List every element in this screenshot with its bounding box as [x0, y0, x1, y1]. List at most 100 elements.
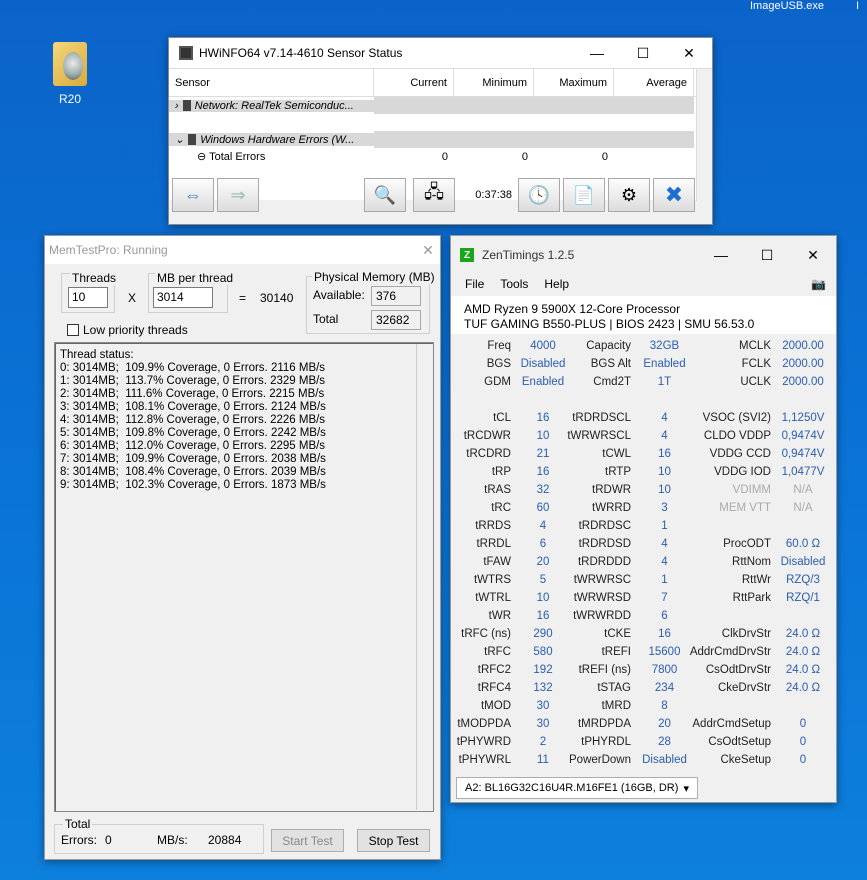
table-row[interactable]: ⊖ Total Errors 0 0 0: [169, 148, 712, 165]
row-maximum: 0: [601, 150, 608, 163]
timing-label: tRDRDDD: [577, 556, 631, 568]
maximize-button[interactable]: ☐: [744, 240, 790, 270]
timing-label: tRDRDSC: [578, 520, 631, 532]
timing-label: CsOdtDrvStr: [705, 664, 771, 676]
timing-value: N/A: [793, 502, 813, 514]
vertical-scrollbar[interactable]: [416, 344, 432, 810]
col-current[interactable]: Current: [374, 69, 454, 96]
table-row[interactable]: ⌄ Windows Hardware Errors (W...: [169, 131, 712, 148]
log-line: 0: 3014MB; 109.9% Coverage, 0 Errors. 21…: [60, 362, 326, 374]
gear-icon[interactable]: ⚙: [608, 178, 650, 212]
table-row[interactable]: › Network: RealTek Semiconduc...: [169, 97, 712, 114]
start-test-button[interactable]: Start Test: [271, 829, 344, 852]
elapsed-timer: 0:37:38: [475, 189, 512, 201]
hwinfo-titlebar[interactable]: HWiNFO64 v7.14-4610 Sensor Status — ☐ ✕: [169, 38, 712, 68]
memtest-title: MemTestPro: Running: [49, 243, 168, 257]
available-label: Available:: [313, 288, 365, 302]
close-sensors-icon[interactable]: ✖: [653, 178, 695, 212]
stop-test-button[interactable]: Stop Test: [357, 829, 430, 852]
menu-file[interactable]: File: [465, 277, 484, 291]
timing-label: tWRWRSC: [573, 574, 631, 586]
timing-value: 24.0 Ω: [785, 628, 821, 640]
total-mb-value: 30140: [260, 291, 294, 305]
expand-arrows-icon[interactable]: ⇔: [172, 178, 214, 212]
desktop-icon-r20[interactable]: R20: [46, 42, 94, 106]
timing-label: tRCDRD: [466, 448, 511, 460]
timing-value: [774, 610, 832, 628]
menu-help[interactable]: Help: [544, 277, 569, 291]
col-maximum[interactable]: Maximum: [534, 69, 614, 96]
clock-icon[interactable]: 🕓: [518, 178, 560, 212]
group-label: Network: RealTek Semiconduc...: [194, 99, 354, 112]
maximize-button[interactable]: ☐: [620, 38, 666, 68]
minimize-button[interactable]: —: [574, 38, 620, 68]
zentimings-window: Z ZenTimings 1.2.5 — ☐ ✕ File Tools Help…: [450, 235, 837, 803]
timing-label: CkeDrvStr: [717, 682, 771, 694]
timing-label: tRRDS: [475, 520, 511, 532]
network-icon[interactable]: 🖧: [413, 178, 455, 212]
timing-value: 0: [799, 754, 807, 766]
collapse-arrows-icon[interactable]: ⇒: [217, 178, 259, 212]
timing-label: Freq: [487, 340, 511, 352]
timing-label: tMOD: [480, 700, 511, 712]
timing-label: tSTAG: [597, 682, 631, 694]
timing-label: tMRD: [601, 700, 631, 712]
col-average[interactable]: Average: [614, 69, 694, 96]
close-button[interactable]: ✕: [790, 240, 836, 270]
timing-label: tRDRDSCL: [572, 412, 631, 424]
timing-label: VDDG IOD: [714, 466, 771, 478]
timing-label: tRCDWR: [463, 430, 511, 442]
timing-label: FCLK: [741, 358, 771, 370]
timing-value: 2000.00: [782, 340, 824, 352]
total-label: Total: [313, 312, 339, 326]
chevron-down-icon[interactable]: ⌄: [175, 133, 184, 146]
errors-label: Errors:: [61, 833, 97, 847]
log-line: 2: 3014MB; 111.6% Coverage, 0 Errors. 22…: [60, 388, 325, 400]
timing-value: 24.0 Ω: [785, 664, 821, 676]
timing-label: PowerDown: [569, 754, 631, 766]
timing-label: tRP: [491, 466, 511, 478]
timing-value: [774, 700, 832, 718]
menu-tools[interactable]: Tools: [500, 277, 528, 291]
col-sensor[interactable]: Sensor: [169, 69, 374, 96]
zentimings-titlebar[interactable]: Z ZenTimings 1.2.5 — ☐ ✕: [451, 236, 836, 274]
menu-bar: File Tools Help 📷: [451, 274, 836, 294]
threads-input[interactable]: 10: [68, 287, 108, 308]
close-button[interactable]: ✕: [666, 38, 712, 68]
close-button[interactable]: ✕: [416, 235, 440, 265]
log-line: 9: 3014MB; 102.3% Coverage, 0 Errors. 18…: [60, 479, 326, 491]
timing-label: VDDG CCD: [709, 448, 771, 460]
timing-label: tRRDL: [476, 538, 511, 550]
timing-value: 0: [799, 736, 807, 748]
col-minimum[interactable]: Minimum: [454, 69, 534, 96]
dimm-select[interactable]: A2: BL16G32C16U4R.M16FE1 (16GB, DR) ▾: [456, 777, 698, 799]
chevron-down-icon: ▾: [683, 783, 689, 795]
add-log-icon[interactable]: 📄: [563, 178, 605, 212]
available-value: 376: [371, 286, 421, 306]
thread-status-log[interactable]: Thread status: 0: 3014MB; 109.9% Coverage…: [54, 342, 434, 812]
timing-label: RttNom: [732, 556, 771, 568]
folder-icon: [53, 42, 87, 86]
memtest-titlebar[interactable]: MemTestPro: Running ✕: [45, 236, 440, 264]
timing-label: tFAW: [483, 556, 511, 568]
minimize-button[interactable]: —: [698, 240, 744, 270]
sensor-report-icon[interactable]: 🔍: [364, 178, 406, 212]
timing-label: ClkDrvStr: [721, 628, 771, 640]
timing-label: tRFC (ns): [461, 628, 511, 640]
low-priority-checkbox[interactable]: Low priority threads: [67, 323, 188, 337]
mbs-value: 20884: [208, 833, 242, 847]
checkbox-box[interactable]: [67, 324, 79, 336]
timing-label: tREFI: [601, 646, 631, 658]
row-label: ⊖ Total Errors: [197, 151, 266, 163]
chevron-right-icon[interactable]: ›: [175, 100, 179, 112]
group-label: Windows Hardware Errors (W...: [200, 133, 355, 146]
timing-label: VSOC (SVI2): [702, 412, 771, 424]
mb-input[interactable]: 3014: [153, 287, 213, 308]
timing-label: tRFC: [484, 646, 511, 658]
chip-icon: [182, 100, 191, 111]
camera-icon[interactable]: 📷: [811, 277, 826, 291]
timing-label: tPHYWRL: [458, 754, 511, 766]
timing-label: tCKE: [604, 628, 631, 640]
timing-label: tRFC2: [477, 664, 511, 676]
timing-label: tMRDPDA: [577, 718, 631, 730]
